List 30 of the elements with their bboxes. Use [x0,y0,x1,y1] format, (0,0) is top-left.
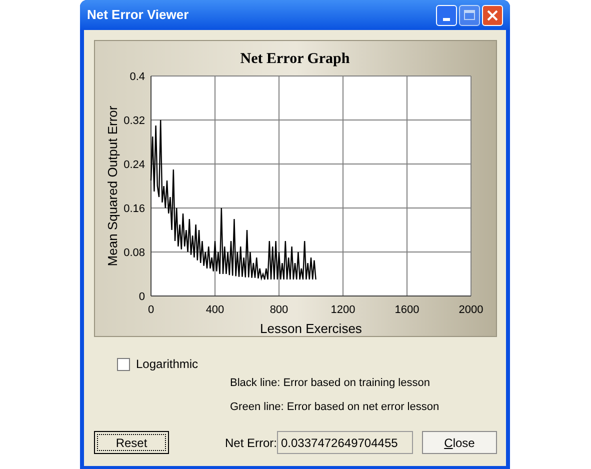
x-axis-label: Lesson Exercises [260,321,362,336]
x-tick-label: 800 [270,304,288,316]
logarithmic-checkbox-row[interactable]: Logarithmic [117,355,198,373]
y-axis-label: Mean Squared Output Error [105,106,120,266]
x-tick-label: 2000 [458,304,484,316]
legend-text: Black line: Error based on training lesson [230,376,430,391]
y-tick-label: 0.32 [124,115,145,127]
y-tick-label: 0.24 [124,159,145,171]
y-tick-label: 0.16 [124,203,145,215]
close-dialog-button[interactable]: Close [422,431,497,454]
reset-button[interactable]: Reset [94,431,169,454]
checkbox[interactable] [117,358,130,370]
y-tick-label: 0.4 [130,71,145,83]
window-title: Net Error Viewer [87,6,190,24]
close-icon [487,10,498,20]
close-button[interactable] [482,4,503,26]
maximize-icon [464,10,475,20]
minimize-icon [443,18,450,20]
net-error-label: Net Error: [225,435,278,452]
x-tick-label: 1200 [330,304,356,316]
x-tick-label: 1600 [394,304,420,316]
x-tick-label: 400 [206,304,224,316]
net-error-field: 0.0337472649704455 [277,431,413,454]
x-tick-label: 0 [148,304,154,316]
y-tick-label: 0.08 [124,247,145,259]
legend-text: Green line: Error based on net error lesson [230,400,440,415]
y-tick-label: 0 [138,291,145,303]
chart-title: Net Error Graph [240,51,350,67]
maximize-button[interactable] [459,4,480,26]
minimize-button[interactable] [436,4,457,26]
